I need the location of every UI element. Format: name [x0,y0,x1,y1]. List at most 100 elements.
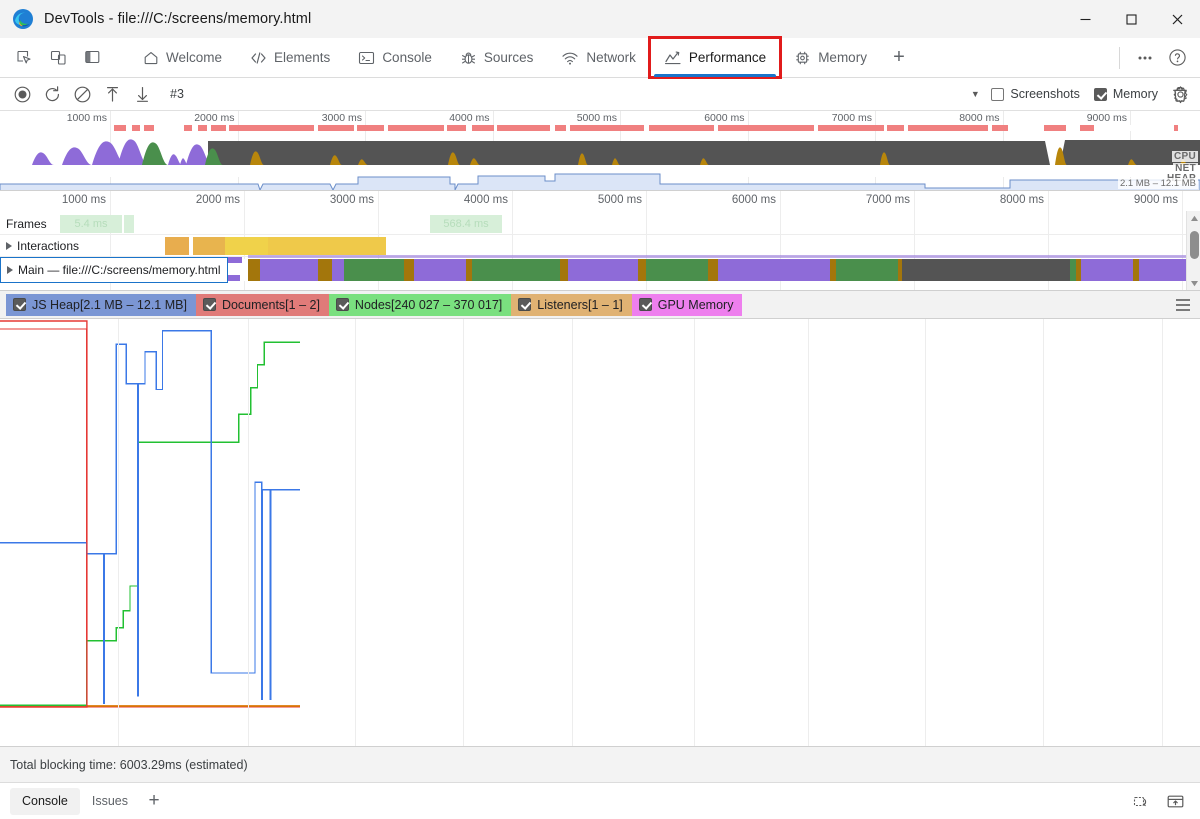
flame-chart-block[interactable] [344,259,404,281]
interactions-track-label[interactable]: Interactions [0,235,86,256]
panel-tabs: Welcome Elements Console Sources Network… [129,36,917,79]
screenshots-label: Screenshots [1010,87,1080,101]
checkbox-box [991,87,1005,101]
window-controls [1062,0,1200,38]
flame-chart-block[interactable] [318,259,332,281]
overview-tick-label: 6000 ms [704,112,745,124]
flame-chart-block[interactable] [1081,259,1133,281]
flame-chart-block[interactable] [708,259,718,281]
flame-chart-block[interactable] [646,259,708,281]
track-tick-label: 5000 ms [597,194,642,206]
flame-chart-block[interactable] [404,259,414,281]
flame-chart-block[interactable] [718,259,830,281]
tab-label: Network [586,50,636,65]
chart-gridline [1043,319,1044,746]
wifi-icon [561,50,579,66]
close-button[interactable] [1154,0,1200,38]
counter-toggle-documents[interactable]: Documents[1 – 2] [195,293,329,316]
overview-tick-label: 4000 ms [449,112,490,124]
tab-memory[interactable]: Memory [780,38,881,77]
tab-elements[interactable]: Elements [236,38,344,77]
flame-chart-block[interactable] [332,259,344,281]
frames-label: Frames [6,216,47,231]
frame-block[interactable]: 5.4 ms [60,215,122,233]
device-toolbar-icon[interactable] [44,44,72,72]
flame-chart-block[interactable] [1139,259,1186,281]
dock-undock-icon[interactable] [1126,786,1156,816]
chevron-down-icon[interactable]: ▼ [965,81,985,107]
interaction-block[interactable] [268,237,386,255]
memory-checkbox[interactable]: Memory [1088,87,1166,101]
add-drawer-tab-button[interactable]: + [140,788,168,815]
counter-toggle-listeners[interactable]: Listeners[1 – 1] [511,293,632,316]
tab-network[interactable]: Network [547,38,650,77]
memory-counters-chart[interactable] [0,319,1200,746]
record-icon[interactable] [8,81,36,107]
minimize-button[interactable] [1062,0,1108,38]
timeline-overview[interactable]: 1000 ms 2000 ms 3000 ms 4000 ms 5000 ms 6000 … [0,111,1200,191]
main-track-label[interactable]: Main — file:///C:/screens/memory.html [0,257,228,283]
counter-label: Documents[1 – 2] [221,297,320,312]
devtools-window: DevTools - file:///C:/screens/memory.htm… [0,0,1200,819]
help-icon[interactable] [1162,43,1192,73]
frames-track-label[interactable]: Frames [0,213,53,234]
frames-track[interactable]: 5.4 ms 568.4 ms Frames [0,213,1186,235]
interactions-track[interactable]: Interactions [0,235,1186,257]
chart-gridline [808,319,809,746]
inspect-icon[interactable] [10,44,38,72]
flame-chart-block[interactable] [902,259,1070,281]
flame-chart-block[interactable] [568,259,638,281]
clear-icon[interactable] [68,81,96,107]
tab-sources[interactable]: Sources [446,38,548,77]
tab-console[interactable]: Console [344,38,446,77]
main-thread-track[interactable]: Main — file:///C:/screens/memory.html [0,255,1186,283]
tab-label: Console [382,50,432,65]
dock-side-icon[interactable] [78,44,106,72]
recording-selector-label[interactable]: #3 [170,87,184,101]
flame-chart-block[interactable] [260,259,318,281]
counter-toggle-gpu-memory[interactable]: GPU Memory [631,293,743,316]
tracks-ruler: 1000 ms 2000 ms 3000 ms 4000 ms 5000 ms 6000 … [0,191,1186,290]
memory-label: Memory [1112,87,1158,101]
reload-record-icon[interactable] [38,81,66,107]
performance-icon [664,50,682,66]
interaction-block[interactable] [165,237,189,255]
drawer-tab-issues[interactable]: Issues [80,788,140,815]
tab-welcome[interactable]: Welcome [129,38,236,77]
import-profile-icon[interactable] [98,81,126,107]
flame-chart-block[interactable] [414,259,466,281]
scroll-up-icon[interactable] [1187,211,1200,225]
drawer-toggle-icon[interactable] [1160,786,1190,816]
drawer-tab-console[interactable]: Console [10,787,80,815]
flame-chart-block[interactable] [472,259,560,281]
chart-gridline [355,319,356,746]
tab-performance[interactable]: Performance [647,36,783,79]
flame-chart-block[interactable] [248,259,260,281]
scrollbar-thumb[interactable] [1190,231,1199,259]
checkbox-box [638,298,652,311]
flame-chart-block[interactable] [836,259,898,281]
checkbox-box [518,298,532,311]
hamburger-menu-icon[interactable] [1174,296,1192,314]
counter-toggle-nodes[interactable]: Nodes[240 027 – 370 017] [328,293,512,316]
counter-toggle-js-heap[interactable]: JS Heap[2.1 MB – 12.1 MB] [6,293,196,316]
gear-icon[interactable] [1166,81,1194,107]
panel-tool-icons [0,38,129,77]
tracks-scrollbar[interactable] [1186,211,1200,290]
scroll-down-icon[interactable] [1187,276,1200,290]
track-tick-label: 1000 ms [61,194,106,206]
more-tools-button[interactable] [1130,43,1160,73]
screenshots-checkbox[interactable]: Screenshots [985,87,1087,101]
flame-chart-block[interactable] [560,259,568,281]
export-profile-icon[interactable] [128,81,156,107]
capture-settings-group: ▼ Screenshots Memory [965,81,1200,107]
add-panel-button[interactable]: + [881,38,917,77]
timeline-tracks[interactable]: 1000 ms 2000 ms 3000 ms 4000 ms 5000 ms 6000 … [0,191,1200,291]
checkbox-box [202,298,216,311]
frame-block[interactable] [124,215,134,233]
frame-block[interactable]: 568.4 ms [430,215,502,233]
flame-chart-block[interactable] [638,259,646,281]
flame-chart-sub-block [228,257,242,263]
maximize-button[interactable] [1108,0,1154,38]
track-tick-label: 4000 ms [463,194,508,206]
